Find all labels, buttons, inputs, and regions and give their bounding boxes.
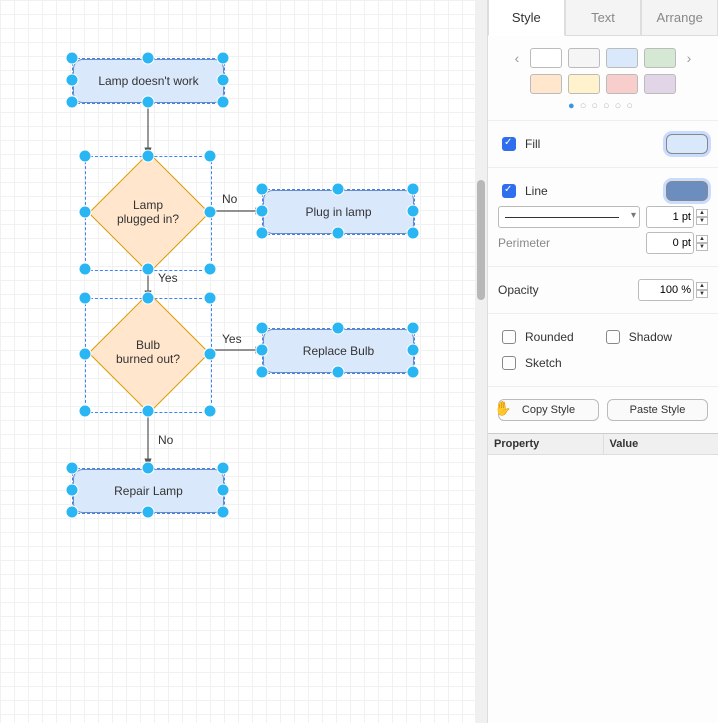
scrollbar-vertical[interactable] — [475, 0, 487, 723]
line-checkbox[interactable]: Line — [498, 181, 548, 201]
paste-style-button[interactable]: Paste Style — [607, 399, 708, 421]
stepper-up-icon[interactable]: ▲ — [696, 282, 708, 290]
fill-label: Fill — [525, 137, 540, 151]
shadow-label: Shadow — [629, 330, 672, 344]
scrollbar-thumb[interactable] — [477, 180, 485, 300]
line-style-select[interactable]: ▾ — [498, 206, 640, 228]
edge-label-no2: No — [158, 433, 173, 447]
canvas[interactable]: Lamp doesn't work Lamp plugged in? Plug … — [0, 0, 487, 723]
stepper-down-icon[interactable]: ▼ — [696, 217, 708, 225]
line-color-well[interactable] — [666, 181, 708, 201]
perimeter-label: Perimeter — [498, 236, 550, 250]
swatch-row-2: ‹ › — [488, 72, 718, 100]
node-label: Lamp doesn't work — [98, 74, 198, 88]
swatch[interactable] — [606, 48, 638, 68]
sidebar: Style Text Arrange ‹ › ‹ › ●○○○○○ Fill — [487, 0, 718, 723]
line-label: Line — [525, 184, 548, 198]
pager-dots[interactable]: ●○○○○○ — [488, 100, 718, 120]
rounded-checkbox[interactable]: Rounded — [498, 327, 574, 347]
node-plugged[interactable]: Lamp plugged in? — [106, 170, 190, 254]
sketch-label: Sketch — [525, 356, 562, 370]
stepper-up-icon[interactable]: ▲ — [696, 209, 708, 217]
swatch[interactable] — [530, 74, 562, 94]
chevron-right-icon[interactable]: › — [682, 50, 696, 66]
swatch[interactable] — [644, 48, 676, 68]
node-label: Replace Bulb — [303, 344, 374, 358]
swatch[interactable] — [568, 48, 600, 68]
shadow-checkbox[interactable]: Shadow — [602, 327, 672, 347]
node-label: Plug in lamp — [305, 205, 371, 219]
fill-checkbox[interactable]: Fill — [498, 134, 540, 154]
node-label: Repair Lamp — [114, 484, 183, 498]
rounded-label: Rounded — [525, 330, 574, 344]
perimeter-input[interactable] — [646, 232, 694, 254]
swatch[interactable] — [530, 48, 562, 68]
opacity-label: Opacity — [498, 283, 539, 297]
tab-style[interactable]: Style — [488, 0, 565, 36]
stepper-down-icon[interactable]: ▼ — [696, 290, 708, 298]
stepper-down-icon[interactable]: ▼ — [696, 243, 708, 251]
swatch[interactable] — [568, 74, 600, 94]
edge-label-yes2: Yes — [222, 332, 242, 346]
tab-text[interactable]: Text — [565, 0, 642, 36]
tab-arrange[interactable]: Arrange — [641, 0, 718, 36]
prop-col-property: Property — [488, 434, 604, 454]
opacity-input[interactable] — [638, 279, 694, 301]
sketch-checkbox[interactable]: Sketch — [498, 353, 562, 373]
copy-style-button[interactable]: Copy Style — [498, 399, 599, 421]
line-width-input[interactable] — [646, 206, 694, 228]
fill-color-well[interactable] — [666, 134, 708, 154]
swatch[interactable] — [606, 74, 638, 94]
stepper-up-icon[interactable]: ▲ — [696, 235, 708, 243]
tabs: Style Text Arrange — [488, 0, 718, 36]
prop-col-value: Value — [604, 434, 718, 454]
property-table: Property Value — [488, 433, 718, 455]
swatch[interactable] — [644, 74, 676, 94]
chevron-left-icon[interactable]: ‹ — [510, 50, 524, 66]
swatch-row-1: ‹ › — [488, 36, 718, 72]
node-bulb[interactable]: Bulb burned out? — [106, 310, 190, 394]
edge-label-no1: No — [222, 192, 237, 206]
edge-label-yes1: Yes — [158, 271, 178, 285]
